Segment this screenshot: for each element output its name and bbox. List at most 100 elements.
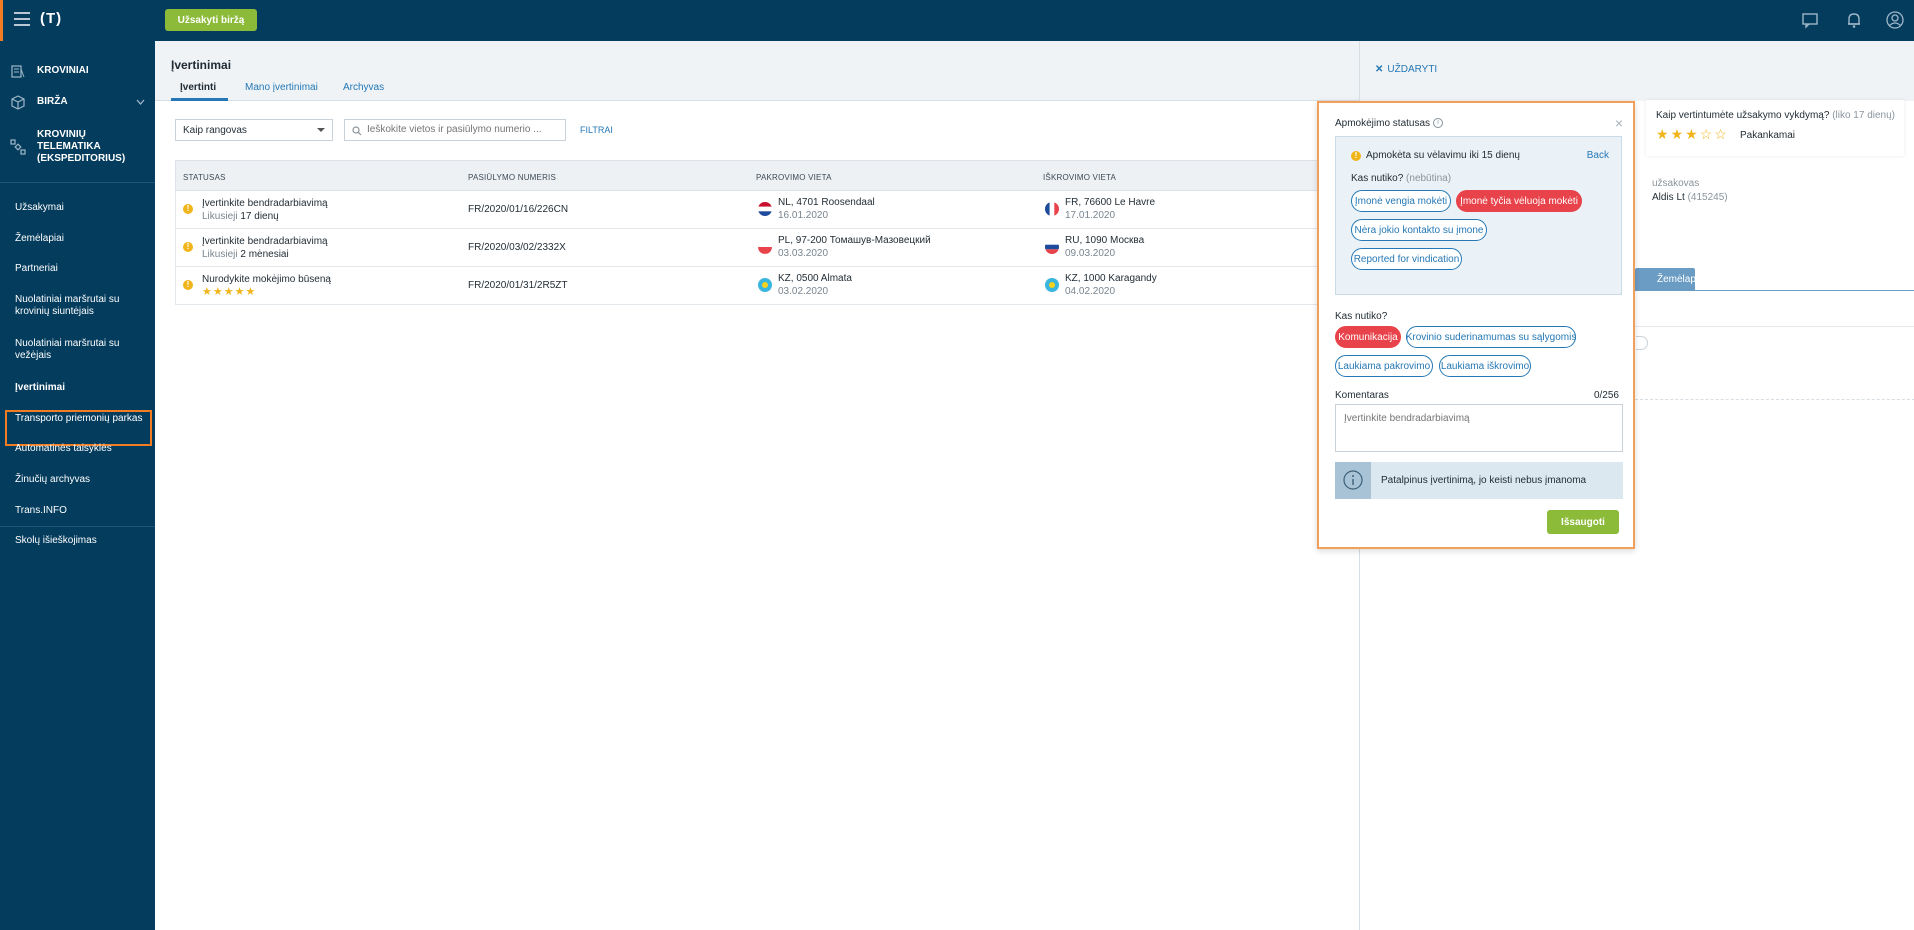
column-header-status: STATUSAS — [183, 173, 226, 182]
status-cell: Įvertinkite bendradarbiavimą Likusieji 2… — [202, 235, 328, 261]
filters-link[interactable]: FILTRAI — [580, 125, 613, 135]
info-icon[interactable]: i — [1433, 118, 1444, 129]
loading-date: 03.02.2020 — [778, 286, 829, 297]
tab-my-ratings[interactable]: Mano įvertinimai — [245, 82, 318, 93]
popup-close-icon[interactable]: × — [1615, 115, 1623, 131]
loading-place-name: KZ, 0500 Almata — [778, 273, 852, 284]
sidebar-section-label: BIRŽA — [37, 96, 68, 107]
sidebar-item-shipper-routes[interactable]: Nuolatiniai maršrutai su krovinių siuntė… — [15, 294, 150, 318]
detail-panel-header: ✕ UŽDARYTI — [1360, 41, 1914, 101]
sidebar-item-message-archive[interactable]: Žinučių archyvas — [15, 474, 150, 486]
rating-stars: ★★★★★ — [202, 286, 257, 298]
issue-chip-waiting-unloading[interactable]: Laukiama iškrovimo — [1439, 355, 1531, 377]
search-box[interactable] — [344, 119, 566, 141]
reason-chip-vindication[interactable]: Reported for vindication — [1351, 248, 1462, 270]
back-link[interactable]: Back — [1587, 150, 1609, 161]
payment-status-box: ! Apmokėta su vėlavimu iki 15 dienų Back… — [1335, 136, 1622, 295]
sidebar-item-transinfo[interactable]: Trans.INFO — [15, 505, 150, 517]
sidebar-section-cargo[interactable]: KROVINIAI — [0, 61, 155, 81]
reason-chip-deliberate-delay[interactable]: Įmonė tyčia vėluoja mokėti — [1456, 190, 1582, 212]
rating-star-input[interactable]: ★★★☆☆ — [1656, 126, 1729, 143]
sidebar-item-carrier-routes[interactable]: Nuolatiniai maršrutai su vežėjais — [15, 338, 150, 362]
unloading-date: 04.02.2020 — [1065, 286, 1116, 297]
sidebar-item-orders[interactable]: Užsakymai — [15, 202, 150, 214]
offer-number: FR/2020/03/02/2332X — [468, 242, 566, 253]
sidebar-section-label: KROVINIAI — [37, 65, 89, 76]
dashed-divider — [1635, 399, 1914, 400]
flag-pl-icon — [758, 240, 772, 254]
reason-question-text: Kas nutiko? — [1351, 173, 1404, 184]
sidebar-section-telematics[interactable]: KROVINIŲ TELEMATIKA (EKSPEDITORIUS) — [0, 126, 155, 168]
popup-title: Apmokėjimo statusas i — [1335, 118, 1444, 129]
info-note-text: Patalpinus įvertinimą, jo keisti nebus į… — [1381, 475, 1587, 486]
sidebar-item-maps[interactable]: Žemėlapiai — [15, 233, 150, 245]
star-empty-icon[interactable]: ☆ — [1700, 126, 1715, 142]
tab-to-rate[interactable]: Įvertinti — [180, 82, 216, 93]
status-text: Įvertinkite bendradarbiavimą — [202, 198, 328, 209]
column-header-unloading-place: IŠKROVIMO VIETA — [1043, 173, 1117, 182]
tab-underline — [1635, 290, 1914, 291]
caret-down-icon — [317, 128, 325, 132]
star-filled-icon[interactable]: ★ — [1671, 126, 1686, 142]
payment-status-text: Apmokėta su vėlavimu iki 15 dienų — [1366, 150, 1520, 161]
close-label: UŽDARYTI — [1387, 64, 1438, 75]
status-cell: Įvertinkite bendradarbiavimą Likusieji 1… — [202, 197, 328, 223]
bell-icon[interactable] — [1845, 11, 1863, 29]
status-cell: Nurodykite mokėjimo būseną ★★★★★ — [202, 273, 331, 299]
remaining-label: Likusieji — [202, 211, 238, 222]
sidebar-item-debt-collection[interactable]: Skolų išieškojimas — [15, 535, 150, 547]
tab-map[interactable]: Žemėlapis — [1635, 268, 1703, 290]
loading-place: NL, 4701 Roosendaal 16.01.2020 — [778, 196, 875, 222]
warning-icon: ! — [183, 242, 193, 252]
client-label: užsakovas — [1652, 178, 1700, 189]
loading-date: 16.01.2020 — [778, 210, 829, 221]
sidebar-item-partners[interactable]: Partneriai — [15, 263, 150, 275]
comment-counter: 0/256 — [1593, 390, 1619, 401]
sidebar-item-ratings[interactable]: Įvertinimai — [15, 382, 150, 394]
table-row[interactable]: ! Įvertinkite bendradarbiavimą Likusieji… — [175, 229, 1359, 267]
issue-chip-waiting-loading[interactable]: Laukiama pakrovimo — [1335, 355, 1433, 377]
order-exchange-button[interactable]: Užsakyti biržą — [165, 9, 257, 31]
comment-field[interactable] — [1335, 404, 1623, 452]
unloading-place-name: RU, 1090 Москва — [1065, 235, 1145, 246]
sidebar-item-automatic-rules[interactable]: Automatinės taisyklės — [15, 443, 150, 455]
close-panel-button[interactable]: ✕ UŽDARYTI — [1375, 64, 1437, 75]
toggle[interactable] — [1636, 336, 1648, 350]
offer-number: FR/2020/01/16/226CN — [468, 204, 569, 215]
user-icon[interactable] — [1886, 11, 1904, 29]
sidebar-divider — [0, 182, 155, 183]
save-button[interactable]: Išsaugoti — [1547, 510, 1619, 534]
issue-chip-cargo-compliance[interactable]: Krovinio suderinamumas su sąlygomis — [1406, 326, 1576, 348]
reason-chip-no-contact[interactable]: Nėra jokio kontakto su įmone — [1351, 219, 1487, 241]
page-header: Įvertinimai Įvertinti Mano įvertinimai A… — [155, 41, 1359, 101]
star-filled-icon[interactable]: ★ — [1656, 126, 1671, 142]
search-input[interactable] — [367, 124, 557, 135]
sidebar-item-fleet[interactable]: Transporto priemonių parkas — [15, 413, 150, 425]
messages-icon[interactable] — [1801, 11, 1819, 29]
star-filled-icon[interactable]: ★ — [1685, 126, 1700, 142]
star-empty-icon[interactable]: ☆ — [1714, 126, 1729, 142]
accent-strip — [0, 0, 3, 41]
tab-archive[interactable]: Archyvas — [343, 82, 384, 93]
offer-number: FR/2020/01/31/2R5ZT — [468, 280, 568, 291]
table-row[interactable]: ! Įvertinkite bendradarbiavimą Likusieji… — [175, 191, 1359, 229]
role-select[interactable]: Kaip rangovas — [175, 119, 333, 141]
rating-label: Pakankamai — [1740, 130, 1796, 141]
rating-question: Kaip vertintumėte užsakymo vykdymą? — [1656, 110, 1830, 121]
column-header-offer-number: PASIŪLYMO NUMERIS — [468, 173, 557, 182]
loading-date: 03.03.2020 — [778, 248, 829, 259]
table-row[interactable]: ! Nurodykite mokėjimo būseną ★★★★★ FR/20… — [175, 267, 1359, 305]
reason-chip-avoids-payment[interactable]: Įmonė vengia mokėti — [1351, 190, 1451, 212]
table-header: STATUSAS PASIŪLYMO NUMERIS PAKROVIMO VIE… — [175, 160, 1359, 191]
loading-place: PL, 97-200 Томашув-Мазовецкий 03.03.2020 — [778, 234, 931, 260]
reason-question: Kas nutiko? (nebūtina) — [1351, 173, 1451, 184]
unloading-place-name: KZ, 1000 Karagandy — [1065, 273, 1157, 284]
unloading-place-name: FR, 76600 Le Havre — [1065, 197, 1156, 208]
sidebar-section-exchange[interactable]: BIRŽA — [0, 92, 155, 112]
logo[interactable]: (T) — [40, 10, 62, 27]
cargo-icon — [11, 65, 25, 78]
issue-chip-communication[interactable]: Komunikacija — [1335, 326, 1401, 348]
menu-icon[interactable] — [14, 12, 30, 26]
loading-place-name: NL, 4701 Roosendaal — [778, 197, 875, 208]
top-bar: (T) Užsakyti biržą — [0, 0, 1914, 41]
